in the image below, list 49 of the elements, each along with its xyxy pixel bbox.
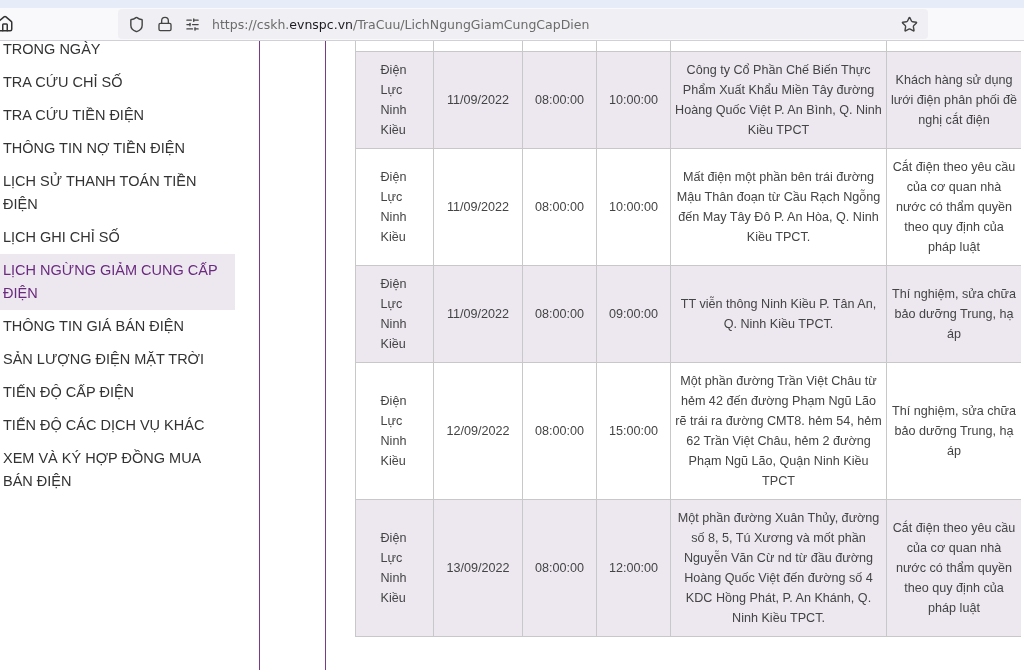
url-text: https://cskh.evnspc.vn/TraCuu/LichNgungGiamCungCapDien — [212, 16, 591, 32]
table-cell: Một phần đường Xuân Thủy, đường số 8, 5, Tú Xương và mốt phần Nguyễn Văn Cừ nd từ đầu đường Hoàng Quốc Việt đến đường số 4 KDC Hồng Phát, P. An Khánh, Q. Ninh Kiều TPCT. — [677, 511, 880, 625]
sidebar-link[interactable]: TIẾN ĐỘ CẤP ĐIỆN — [0, 376, 235, 409]
sidebar-link[interactable]: THÔNG TIN NỢ TIỀN ĐIỆN — [0, 132, 235, 165]
table-cell: 11/09/2022 — [446, 93, 510, 107]
lock-icon[interactable] — [157, 16, 173, 32]
table-cell: 08:00:00 — [535, 307, 584, 321]
sidebar-link[interactable]: LỊCH GHI CHỈ SỐ — [0, 221, 235, 254]
table-cell-text: Điện Lực Ninh Kiều — [380, 276, 408, 353]
table-cell: Mất điện một phần bên trái đường Mậu Thân đoạn từ Cầu Rạch Ngỗng đến May Tây Đô P. An Hòa, Q. Ninh Kiều TPCT. — [676, 170, 881, 244]
sidebar-link[interactable]: LỊCH NGỪNG GIẢM CUNG CẤP ĐIỆN — [0, 254, 235, 310]
sidebar-link[interactable]: LỊCH SỬ THANH TOÁN TIỀN ĐIỆN — [0, 165, 235, 221]
table-cell: 10:00:00 — [609, 93, 658, 107]
table-cell-text: Điện Lực Ninh Kiều — [380, 393, 408, 470]
table-cell-text: Điện Lực Ninh Kiều — [380, 62, 408, 139]
table-cell: 15:00:00 — [609, 424, 658, 438]
table-cell: Một phần đường Trần Việt Châu từ hẻm 42 đến đường Phạm Ngũ Lão rẽ trái ra đường CMT8. hẻm 54, hẻm 62 Trần Việt Châu, hẻm 2 đường Phạm Ngũ Lão, Quận Ninh Kiều TPCT — [675, 374, 882, 488]
table-cell: 11/09/2022 — [446, 307, 510, 321]
table-cell: 11/09/2022 — [446, 200, 510, 214]
table-cell: Khách hàng sử dụng lưới điện phân phối đề nghị cắt điện — [891, 73, 1017, 127]
address-bar[interactable]: https://cskh.evnspc.vn/TraCuu/LichNgungGiamCungCapDien — [118, 9, 928, 39]
table-cell: Cắt điện theo yêu cầu của cơ quan nhà nước có thẩm quyền theo quy định của pháp luật — [892, 521, 1016, 615]
sidebar-link[interactable]: TIẾN ĐỘ CÁC DỊCH VỤ KHÁC — [0, 409, 235, 442]
table-cell-text: Điện Lực Ninh Kiều — [380, 169, 408, 246]
permissions-icon[interactable] — [185, 16, 200, 32]
table-cell: 09:00:00 — [609, 307, 658, 321]
home-icon[interactable] — [0, 15, 14, 33]
table-cell: Thí nghiệm, sửa chữa bảo dưỡng Trung, hạ áp — [892, 287, 1016, 341]
sidebar-link[interactable]: THÔNG TIN GIÁ BÁN ĐIỆN — [0, 310, 235, 343]
table-cell: Công ty Cổ Phần Chế Biến Thực Phẩm Xuất Khẩu Miền Tây đường Hoàng Quốc Việt P. An Bình, Q. Ninh Kiều TPCT — [675, 63, 882, 137]
sidebar-link[interactable]: XEM VÀ KÝ HỢP ĐỒNG MUA BÁN ĐIỆN — [0, 442, 235, 498]
table-cell: 12:00:00 — [609, 561, 658, 575]
sidebar-link[interactable]: SẢN LƯỢNG ĐIỆN MẶT TRỜI — [0, 343, 235, 376]
table-cell: Thí nghiệm, sửa chữa bảo dưỡng Trung, hạ áp — [892, 404, 1016, 458]
table-cell: 08:00:00 — [535, 561, 584, 575]
table-cell: 08:00:00 — [535, 200, 584, 214]
table-cell: 10:00:00 — [609, 200, 658, 214]
table-cell: 12/09/2022 — [446, 424, 510, 438]
table-cell: 08:00:00 — [535, 424, 584, 438]
table-cell: 13/09/2022 — [446, 561, 510, 575]
bookmark-star-icon[interactable] — [901, 15, 918, 33]
table-cell: Cắt điện theo yêu cầu của cơ quan nhà nước có thẩm quyền theo quy định của pháp luật — [892, 160, 1016, 254]
sidebar-link[interactable]: TRA CỨU CHỈ SỐ — [0, 66, 235, 99]
shield-icon[interactable] — [128, 15, 145, 33]
table-cell-text: Điện Lực Ninh Kiều — [380, 530, 408, 607]
sidebar-link[interactable]: TRONG NGÀY — [0, 41, 235, 66]
table-cell: TT viễn thông Ninh Kiều P. Tân An, Q. Ninh Kiều TPCT. — [680, 297, 877, 331]
sidebar-link[interactable]: TRA CỨU TIỀN ĐIỆN — [0, 99, 235, 132]
table-cell: 08:00:00 — [535, 93, 584, 107]
